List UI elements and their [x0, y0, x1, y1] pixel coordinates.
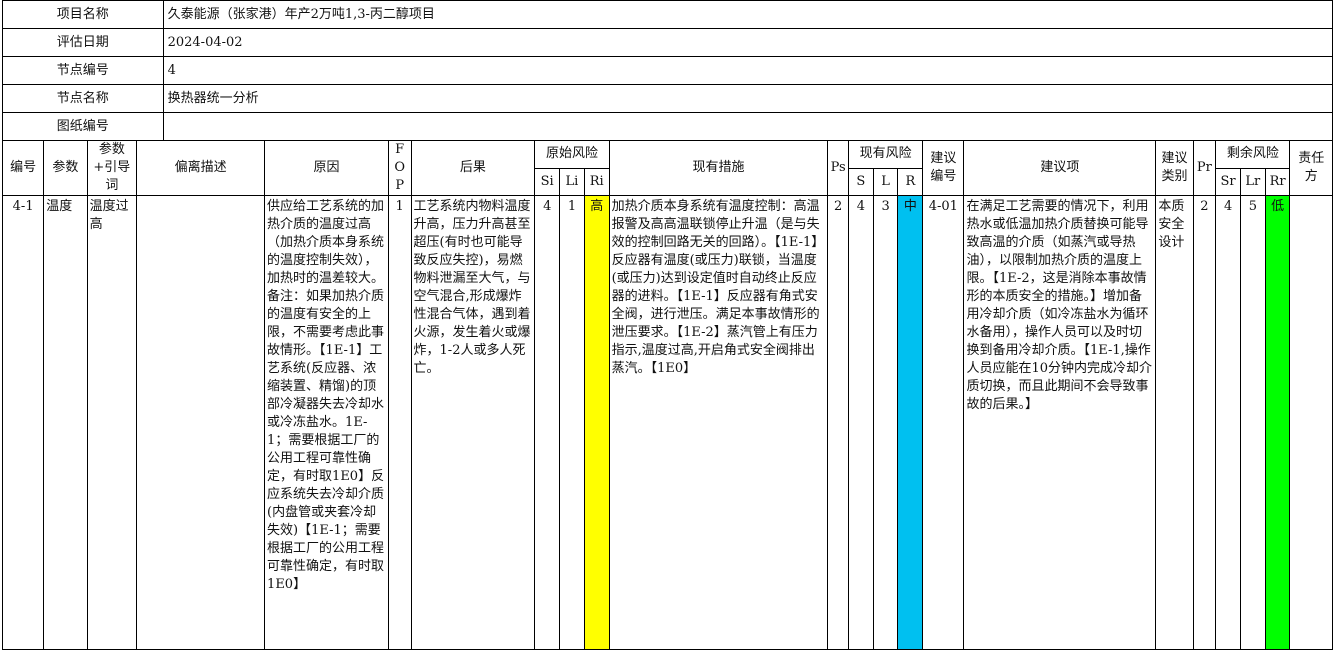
row-rr-low-badge: 低 [1264, 195, 1291, 650]
row-li: 1 [559, 195, 585, 650]
col-sr: Sr [1215, 167, 1241, 196]
col-deviation: 偏离描述 [136, 140, 266, 196]
hazop-table: 项目名称 久泰能源（张家港）年产2万吨1,3-丙二醇项目 评估日期 2024-0… [2, 0, 1334, 141]
col-residual-risk: 剩余风险 [1215, 140, 1291, 169]
project-name-label: 项目名称 [2, 0, 164, 29]
project-name-value: 久泰能源（张家港）年产2万吨1,3-丙二醇项目 [162, 0, 1334, 29]
col-l: L [872, 167, 899, 196]
row-si: 4 [534, 195, 561, 650]
row-responsible [1289, 195, 1333, 650]
row-pr: 2 [1192, 195, 1217, 650]
row-ri-high-badge: 高 [583, 195, 610, 650]
row-recommendation-number: 4-01 [922, 195, 965, 650]
analysis-table: 编号 参数 参数+引导词 偏离描述 原因 FOP 后果 原始风险 现有措施 Ps… [1, 140, 1333, 650]
col-s: S [847, 167, 874, 196]
row-lr: 5 [1239, 195, 1266, 650]
col-existing-measures: 现有措施 [608, 140, 829, 196]
col-r: R [897, 167, 924, 196]
row-l: 3 [872, 195, 899, 650]
row-recommendation: 在满足工艺需要的情况下，利用热水或低温加热介质替换可能导致高温的介质（如蒸汽或导… [963, 195, 1157, 650]
row-consequence: 工艺系统内物料温度升高，压力升高甚至超压(有时也可能导致反应失控)，易燃物料泄漏… [410, 195, 536, 650]
col-number: 编号 [1, 140, 45, 196]
col-lr: Lr [1239, 167, 1266, 196]
row-existing-measures: 加热介质本身系统有温度控制：高温报警及高高温联锁停止升温（是与失效的控制回路无关… [608, 195, 829, 650]
row-parameter: 温度 [43, 195, 88, 650]
col-parameter: 参数 [43, 140, 88, 196]
row-ps: 2 [827, 195, 849, 650]
col-original-risk: 原始风险 [534, 140, 610, 169]
col-responsible: 责任方 [1289, 140, 1333, 196]
node-name-value: 换热器统一分析 [162, 84, 1334, 113]
col-cause: 原因 [264, 140, 389, 196]
row-s: 4 [847, 195, 874, 650]
col-ps: Ps [827, 140, 849, 196]
row-guideword: 温度过高 [86, 195, 138, 650]
col-consequence: 后果 [410, 140, 536, 196]
col-si: Si [534, 167, 561, 196]
node-name-label: 节点名称 [2, 84, 164, 113]
node-number-label: 节点编号 [2, 56, 164, 85]
col-recommendation: 建议项 [963, 140, 1157, 196]
row-sr: 4 [1215, 195, 1241, 650]
col-current-risk: 现有风险 [847, 140, 924, 169]
row-r-mid-badge: 中 [897, 195, 924, 650]
row-cause: 供应给工艺系统的加热介质的温度过高（加热介质本身系统的温度控制失效），加热时的温… [264, 195, 389, 650]
col-recommendation-type: 建议类别 [1155, 140, 1194, 196]
eval-date-label: 评估日期 [2, 28, 164, 57]
col-li: Li [559, 167, 585, 196]
drawing-number-value [162, 112, 1334, 141]
col-fop: FOP [387, 140, 412, 196]
row-fop: 1 [387, 195, 412, 650]
drawing-number-label: 图纸编号 [2, 112, 164, 141]
row-number: 4-1 [1, 195, 45, 650]
col-rr: Rr [1264, 167, 1291, 196]
table-row: 4-1 温度 温度过高 供应给工艺系统的加热介质的温度过高（加热介质本身系统的温… [1, 195, 1333, 650]
col-recommendation-number: 建议编号 [922, 140, 965, 196]
col-pr: Pr [1192, 140, 1217, 196]
row-recommendation-type: 本质安全设计 [1155, 195, 1194, 650]
row-deviation [136, 195, 266, 650]
eval-date-value: 2024-04-02 [162, 28, 1334, 57]
col-ri: Ri [583, 167, 610, 196]
node-number-value: 4 [162, 56, 1334, 85]
hazop-worksheet: 项目名称 久泰能源（张家港）年产2万吨1,3-丙二醇项目 评估日期 2024-0… [0, 0, 1334, 650]
col-guideword: 参数+引导词 [86, 140, 138, 196]
